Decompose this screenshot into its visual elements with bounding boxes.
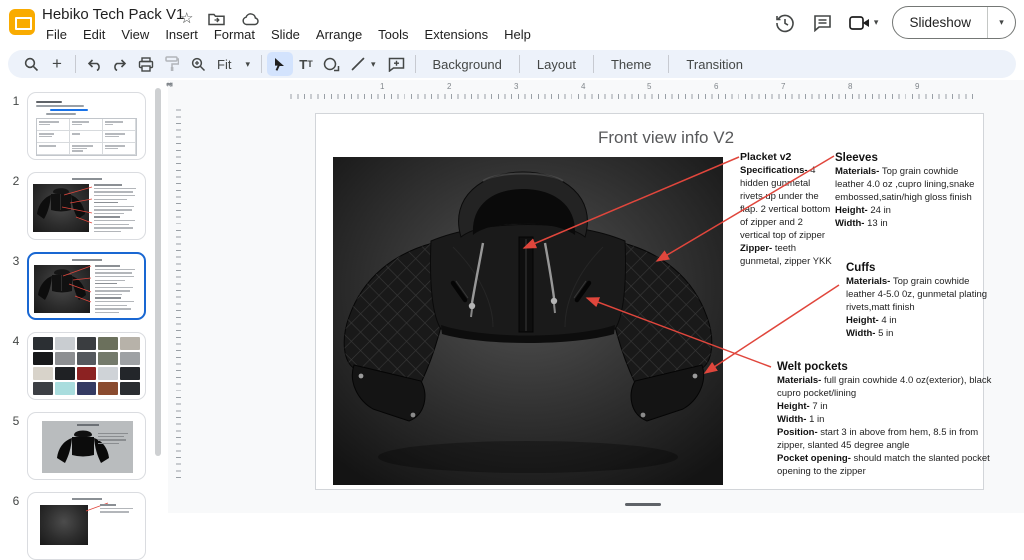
ruler-number: 8 <box>848 82 852 91</box>
menu-bar: File Edit View Insert Format Slide Arran… <box>40 25 537 44</box>
vertical-ruler <box>176 104 181 484</box>
main-toolbar: + Fit▾ TT ▾ Background Layout Theme Tran… <box>8 50 1016 78</box>
slideshow-dropdown[interactable]: ▾ <box>987 7 1015 38</box>
line-tool-caret-icon[interactable]: ▾ <box>371 59 376 70</box>
meet-camera-button[interactable]: ▾ <box>849 15 879 31</box>
shape-tool-button[interactable] <box>319 52 345 76</box>
select-tool-button[interactable] <box>267 52 293 76</box>
theme-button[interactable]: Theme <box>599 57 663 72</box>
version-history-icon[interactable] <box>773 11 797 35</box>
slide-thumbnail-1[interactable] <box>27 92 146 160</box>
annotation-arrows[interactable] <box>316 114 985 491</box>
app-header: Hebiko Tech Pack V1 ☆ File Edit View Ins… <box>0 0 1024 48</box>
line-tool-button[interactable] <box>345 52 371 76</box>
toolbar-divider <box>261 55 262 73</box>
layout-button[interactable]: Layout <box>525 57 588 72</box>
menu-format[interactable]: Format <box>208 25 261 44</box>
ruler-number: 7 <box>781 82 785 91</box>
slide-thumbnail-2[interactable] <box>27 172 146 240</box>
background-button[interactable]: Background <box>421 57 514 72</box>
slideshow-label[interactable]: Slideshow <box>893 7 987 38</box>
back-view-mini-image <box>42 421 133 473</box>
slides-logo-icon[interactable] <box>9 9 35 35</box>
slide-number: 4 <box>8 334 24 348</box>
ruler-number: 2 <box>447 82 451 91</box>
menu-view[interactable]: View <box>115 25 155 44</box>
menu-slide[interactable]: Slide <box>265 25 306 44</box>
slide-number: 1 <box>8 94 24 108</box>
insert-comment-button[interactable] <box>384 52 410 76</box>
print-button[interactable] <box>133 52 159 76</box>
slideshow-button[interactable]: Slideshow ▾ <box>892 6 1016 39</box>
ruler-number: 9 <box>915 82 919 91</box>
search-menus-icon[interactable] <box>18 52 44 76</box>
menu-extensions[interactable]: Extensions <box>419 25 495 44</box>
ruler-number: 5 <box>647 82 651 91</box>
filmstrip-scrollbar[interactable] <box>155 88 161 456</box>
slide-number: 2 <box>8 174 24 188</box>
slide-thumbnail-6[interactable] <box>27 492 146 560</box>
menu-insert[interactable]: Insert <box>159 25 204 44</box>
toolbar-divider <box>75 55 76 73</box>
moodboard-collage <box>28 333 145 400</box>
slide-number: 6 <box>8 494 24 508</box>
intro-table-sketch <box>36 118 137 156</box>
document-title[interactable]: Hebiko Tech Pack V1 <box>42 6 184 23</box>
undo-button[interactable] <box>81 52 107 76</box>
ruler-number: 4 <box>166 82 175 86</box>
redo-button[interactable] <box>107 52 133 76</box>
ruler-number: 4 <box>581 82 585 91</box>
zoom-in-icon[interactable] <box>185 52 211 76</box>
slide-page[interactable]: Front view info V2 <box>315 113 984 490</box>
menu-file[interactable]: File <box>40 25 73 44</box>
horizontal-ruler <box>285 94 973 99</box>
slide-number: 5 <box>8 414 24 428</box>
slide-thumbnail-5[interactable] <box>27 412 146 480</box>
menu-tools[interactable]: Tools <box>372 25 414 44</box>
toolbar-divider <box>593 55 594 73</box>
transition-button[interactable]: Transition <box>674 57 755 72</box>
ruler-number: 1 <box>380 82 384 91</box>
slide-thumbnail-3-selected[interactable] <box>27 252 146 320</box>
thumb-annotation-lines <box>28 173 146 239</box>
comments-icon[interactable] <box>811 11 835 35</box>
toolbar-divider <box>668 55 669 73</box>
text-box-tool-button[interactable]: TT <box>293 52 319 76</box>
menu-edit[interactable]: Edit <box>77 25 111 44</box>
slide-thumbnail-4[interactable] <box>27 332 146 400</box>
ruler-number: 3 <box>514 82 518 91</box>
paint-format-icon[interactable] <box>159 52 185 76</box>
ruler-number: 6 <box>714 82 718 91</box>
toolbar-divider <box>519 55 520 73</box>
toolbar-divider <box>415 55 416 73</box>
menu-help[interactable]: Help <box>498 25 537 44</box>
new-slide-button[interactable]: + <box>44 52 70 76</box>
menu-arrange[interactable]: Arrange <box>310 25 368 44</box>
notes-resize-handle[interactable] <box>625 503 661 506</box>
editing-canvas: 1 2 3 4 5 6 7 8 9 1 2 3 4 Front view inf… <box>168 80 1024 513</box>
camera-caret-icon[interactable]: ▾ <box>874 17 879 28</box>
slide-filmstrip: 1 2 <box>0 80 168 513</box>
thumb-annotation-lines <box>29 254 144 316</box>
slide-number: 3 <box>8 254 24 268</box>
zoom-fit-select[interactable]: Fit▾ <box>211 57 256 72</box>
